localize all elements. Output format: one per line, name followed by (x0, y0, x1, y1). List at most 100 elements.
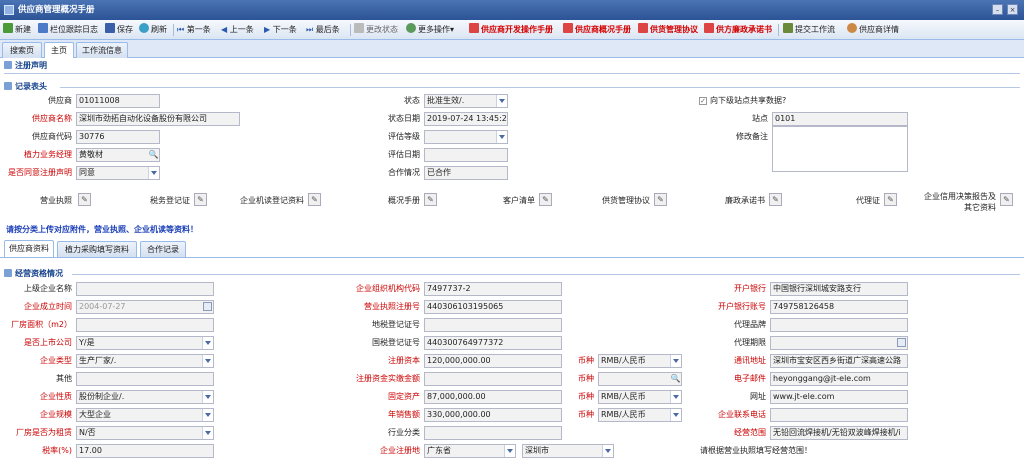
chevron-down-icon[interactable] (670, 409, 681, 421)
first-record-button[interactable]: ⏮ 第一条 (177, 23, 211, 37)
chevron-down-icon[interactable] (202, 409, 213, 421)
supplier-code-field[interactable]: 30776 (76, 130, 160, 144)
submit-workflow-button[interactable]: 提交工作流 (783, 23, 835, 37)
brand-field[interactable] (770, 318, 908, 332)
paperclip-icon[interactable]: ✎ (308, 193, 321, 206)
calendar-icon[interactable] (897, 338, 906, 347)
last-record-button[interactable]: ⏭ 最后条 (306, 23, 340, 37)
coop-field[interactable]: 已合作 (424, 166, 508, 180)
overview-manual-button[interactable]: 供应商概况手册 (563, 23, 631, 37)
paperclip-icon[interactable]: ✎ (539, 193, 552, 206)
chevron-down-icon[interactable] (670, 391, 681, 403)
tab-search[interactable]: 搜索页 (2, 42, 42, 58)
chevron-down-icon[interactable] (504, 445, 515, 457)
new-button[interactable]: 新建 (3, 23, 31, 37)
industry-field[interactable] (424, 426, 562, 440)
rent-select[interactable]: N/否 (76, 426, 214, 440)
status-select[interactable]: 批准生效/. (424, 94, 508, 108)
tax-field[interactable]: 17.00 (76, 444, 214, 458)
currency-select-1[interactable]: RMB/人民币 (598, 354, 682, 368)
site-field[interactable]: 0101 (772, 112, 908, 126)
eval-level-select[interactable] (424, 130, 508, 144)
dev-manual-button[interactable]: 供应商开发操作手册 (469, 23, 553, 37)
found-date-field[interactable]: 2004-07-27 (76, 300, 214, 314)
website-field[interactable]: www.jt-ele.com (770, 390, 908, 404)
scale-select[interactable]: 大型企业 (76, 408, 214, 422)
chevron-down-icon[interactable] (602, 445, 613, 457)
org-code-field[interactable]: 7497737-2 (424, 282, 562, 296)
tab-coop-records[interactable]: 合作记录 (140, 241, 186, 257)
close-button[interactable]: × (1007, 4, 1018, 15)
status-date-field[interactable]: 2019-07-24 13:45:23 (424, 112, 508, 126)
manager-field[interactable]: 黄敬材 🔍 (76, 148, 160, 162)
paperclip-icon[interactable]: ✎ (769, 193, 782, 206)
supply-agreement-button[interactable]: 供货管理协议 (638, 23, 698, 37)
scope-field[interactable]: 无铅回流焊接机/无铅双波峰焊接机/i (770, 426, 908, 440)
chevron-down-icon[interactable] (670, 355, 681, 367)
city-select[interactable]: 深圳市 (522, 444, 614, 458)
eval-date-field[interactable] (424, 148, 508, 162)
more-actions-button[interactable]: 更多操作▾ (406, 23, 454, 37)
area-field[interactable] (76, 318, 214, 332)
chevron-down-icon[interactable] (148, 167, 159, 179)
chevron-down-icon[interactable] (202, 391, 213, 403)
save-button[interactable]: 保存 (105, 23, 133, 37)
listed-select[interactable]: Y/是 (76, 336, 214, 350)
paid-field[interactable] (424, 372, 562, 386)
chevron-down-icon[interactable] (202, 337, 213, 349)
refresh-button[interactable]: 刷新 (139, 23, 167, 37)
share-checkbox[interactable]: ✓ (699, 97, 707, 105)
paperclip-icon[interactable]: ✎ (424, 193, 437, 206)
agree-select[interactable]: 同意 (76, 166, 160, 180)
currency-select-3[interactable]: RMB/人民币 (598, 390, 682, 404)
capital-field[interactable]: 120,000,000.00 (424, 354, 562, 368)
sales-field[interactable]: 330,000,000.00 (424, 408, 562, 422)
change-status-button[interactable]: 更改状态 (354, 23, 398, 37)
supplier-no-field[interactable]: 01011008 (76, 94, 160, 108)
biz-reg-field[interactable]: 440306103195065 (424, 300, 562, 314)
term-date-field[interactable] (770, 336, 908, 350)
bank-field[interactable]: 中国银行深圳城安路支行 (770, 282, 908, 296)
search-icon[interactable]: 🔍 (670, 373, 681, 385)
address-field[interactable]: 深圳市宝安区西乡街道广深高速公路 (770, 354, 908, 368)
section-qualification[interactable]: 经营资格情况 (4, 268, 63, 280)
nat-tax-field[interactable]: 440300764977372 (424, 336, 562, 350)
nature-select[interactable]: 股份制企业/. (76, 390, 214, 404)
tab-purchase-info[interactable]: 植力采购填写资料 (57, 241, 137, 257)
paperclip-icon[interactable]: ✎ (194, 193, 207, 206)
next-record-button[interactable]: ▶ 下一条 (264, 23, 297, 37)
search-icon[interactable]: 🔍 (148, 149, 159, 161)
minimize-button[interactable]: – (992, 4, 1003, 15)
integrity-letter-button[interactable]: 供方廉政承诺书 (704, 23, 772, 37)
remark-textarea[interactable] (772, 126, 908, 172)
tab-supplier-info[interactable]: 供应商资料 (4, 240, 54, 257)
calendar-icon[interactable] (203, 302, 212, 311)
type-select[interactable]: 生产厂家/. (76, 354, 214, 368)
paperclip-icon[interactable]: ✎ (884, 193, 897, 206)
paperclip-icon[interactable]: ✎ (78, 193, 91, 206)
supplier-detail-button[interactable]: 供应商详情 (847, 23, 899, 37)
prev-record-button[interactable]: ◀ 上一条 (221, 23, 254, 37)
chevron-down-icon[interactable] (202, 427, 213, 439)
chevron-down-icon[interactable] (496, 95, 507, 107)
chevron-down-icon[interactable] (202, 355, 213, 367)
paperclip-icon[interactable]: ✎ (654, 193, 667, 206)
account-field[interactable]: 749758126458 (770, 300, 908, 314)
email-field[interactable]: heyonggang@jt-ele.com (770, 372, 908, 386)
field-log-button[interactable]: 栏位跟踪日志 (38, 23, 98, 37)
tab-workflow[interactable]: 工作流信息 (76, 42, 128, 58)
tab-home[interactable]: 主页 (44, 42, 74, 59)
other-field[interactable] (76, 372, 214, 386)
paperclip-icon[interactable]: ✎ (1000, 193, 1013, 206)
section-record-header[interactable]: 记录表头 (4, 81, 47, 93)
parent-field[interactable] (76, 282, 214, 296)
fixed-assets-field[interactable]: 87,000,000.00 (424, 390, 562, 404)
currency-select-4[interactable]: RMB/人民币 (598, 408, 682, 422)
supplier-name-field[interactable]: 深圳市劲拓自动化设备股份有限公司 (76, 112, 240, 126)
currency-select-2[interactable]: 🔍 (598, 372, 682, 386)
local-tax-field[interactable] (424, 318, 562, 332)
phone-field[interactable] (770, 408, 908, 422)
chevron-down-icon[interactable] (496, 131, 507, 143)
section-registration[interactable]: 注册声明 (4, 60, 47, 72)
province-select[interactable]: 广东省 (424, 444, 516, 458)
